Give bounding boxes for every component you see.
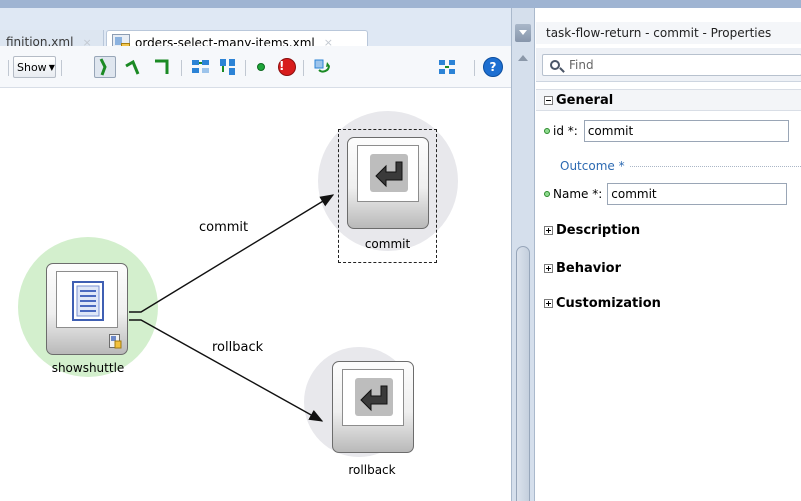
layout-horizontal-icon xyxy=(192,60,209,73)
expand-icon[interactable] xyxy=(544,298,553,308)
properties-find-bar xyxy=(536,48,801,82)
page-definition-badge-icon xyxy=(109,334,122,349)
node-icon-frame xyxy=(357,145,419,202)
commit-node-label: commit xyxy=(364,237,411,251)
expand-icon[interactable] xyxy=(544,263,553,273)
rollback-node-label: rollback xyxy=(348,463,396,477)
rollback-node[interactable] xyxy=(332,361,414,453)
elbow-connector-button[interactable] xyxy=(151,56,173,78)
properties-panel: task-flow-return - commit - Properties G… xyxy=(536,8,801,501)
window-top-bar xyxy=(0,0,801,8)
section-general-label: General xyxy=(556,92,614,108)
panel-menu-dropdown-icon[interactable] xyxy=(515,24,531,42)
id-property-row: id *: xyxy=(536,119,801,143)
id-field[interactable] xyxy=(583,120,789,142)
layout-vertical-icon xyxy=(220,59,235,75)
node-icon-frame xyxy=(56,271,118,328)
expand-icon[interactable] xyxy=(544,225,553,235)
view-activity-icon xyxy=(72,281,104,321)
show-dropdown[interactable]: Show ▼ xyxy=(13,56,56,78)
required-indicator-icon xyxy=(544,191,550,197)
collapse-icon[interactable] xyxy=(544,95,553,105)
task-flow-return-icon xyxy=(355,378,393,416)
toolbar-separator xyxy=(181,60,182,76)
help-icon: ? xyxy=(483,57,503,77)
name-field-label: Name *: xyxy=(553,187,603,201)
section-behavior-header[interactable]: Behavior xyxy=(536,257,801,279)
toolbar-separator xyxy=(8,60,9,76)
scroll-up-arrow-icon[interactable] xyxy=(516,52,530,64)
section-description-label: Description xyxy=(556,222,641,238)
diagram-toolbar: Show ▼ ! ? xyxy=(0,46,511,88)
section-customization-label: Customization xyxy=(556,295,661,311)
commit-edge-label: commit xyxy=(199,220,249,235)
select-connector-icon xyxy=(99,58,107,76)
zoom-fit-button[interactable] xyxy=(436,56,458,78)
name-property-row: Name *: xyxy=(536,182,801,206)
show-dropdown-label: Show xyxy=(17,60,47,74)
validate-button[interactable]: ! xyxy=(276,56,298,78)
outcome-group-label: Outcome * xyxy=(546,159,629,173)
rollback-edge-label: rollback xyxy=(212,340,264,355)
search-icon xyxy=(550,60,560,70)
vertical-scrollbar[interactable] xyxy=(511,8,535,501)
section-customization-header[interactable]: Customization xyxy=(536,292,801,314)
id-field-label: id *: xyxy=(553,124,578,138)
commit-connector[interactable] xyxy=(129,194,335,313)
section-general-header[interactable]: General xyxy=(536,89,801,111)
section-behavior-label: Behavior xyxy=(556,260,622,276)
refresh-diagram-icon xyxy=(314,59,330,73)
add-start-button[interactable] xyxy=(253,56,269,78)
commit-node[interactable] xyxy=(347,137,429,229)
outcome-group-label-text: Outcome * xyxy=(546,159,629,173)
select-tool-button[interactable] xyxy=(94,56,116,78)
name-field[interactable] xyxy=(607,183,788,205)
node-icon-frame xyxy=(342,369,404,426)
layout-vertical-button[interactable] xyxy=(217,56,239,78)
showshuttle-node[interactable] xyxy=(46,263,128,355)
layout-horizontal-button[interactable] xyxy=(190,56,212,78)
curved-connector-icon xyxy=(125,59,140,75)
fit-to-window-icon xyxy=(439,60,455,74)
toolbar-separator xyxy=(303,60,304,76)
scrollbar-thumb[interactable] xyxy=(516,246,530,501)
showshuttle-node-label: showshuttle xyxy=(51,361,125,375)
elbow-connector-icon xyxy=(155,59,169,74)
refresh-button[interactable] xyxy=(312,56,334,78)
find-input[interactable] xyxy=(542,54,801,76)
required-indicator-icon xyxy=(544,128,550,134)
error-icon: ! xyxy=(278,58,296,76)
toolbar-separator xyxy=(474,60,475,76)
editor-tab-bar: finition.xml × orders-select-many-items.… xyxy=(0,8,511,54)
task-flow-diagram-canvas[interactable]: commit rollback showshuttle commit rollb… xyxy=(0,89,511,501)
help-button[interactable]: ? xyxy=(482,56,504,78)
section-description-header[interactable]: Description xyxy=(536,219,801,241)
orthogonal-connector-button[interactable] xyxy=(122,56,144,78)
properties-panel-title: task-flow-return - commit - Properties xyxy=(536,22,801,44)
chevron-down-icon: ▼ xyxy=(48,62,55,72)
toolbar-separator xyxy=(61,60,62,76)
task-flow-return-icon xyxy=(370,154,408,192)
start-dot-icon xyxy=(257,63,265,71)
toolbar-separator xyxy=(245,60,246,76)
rollback-connector[interactable] xyxy=(129,319,324,422)
